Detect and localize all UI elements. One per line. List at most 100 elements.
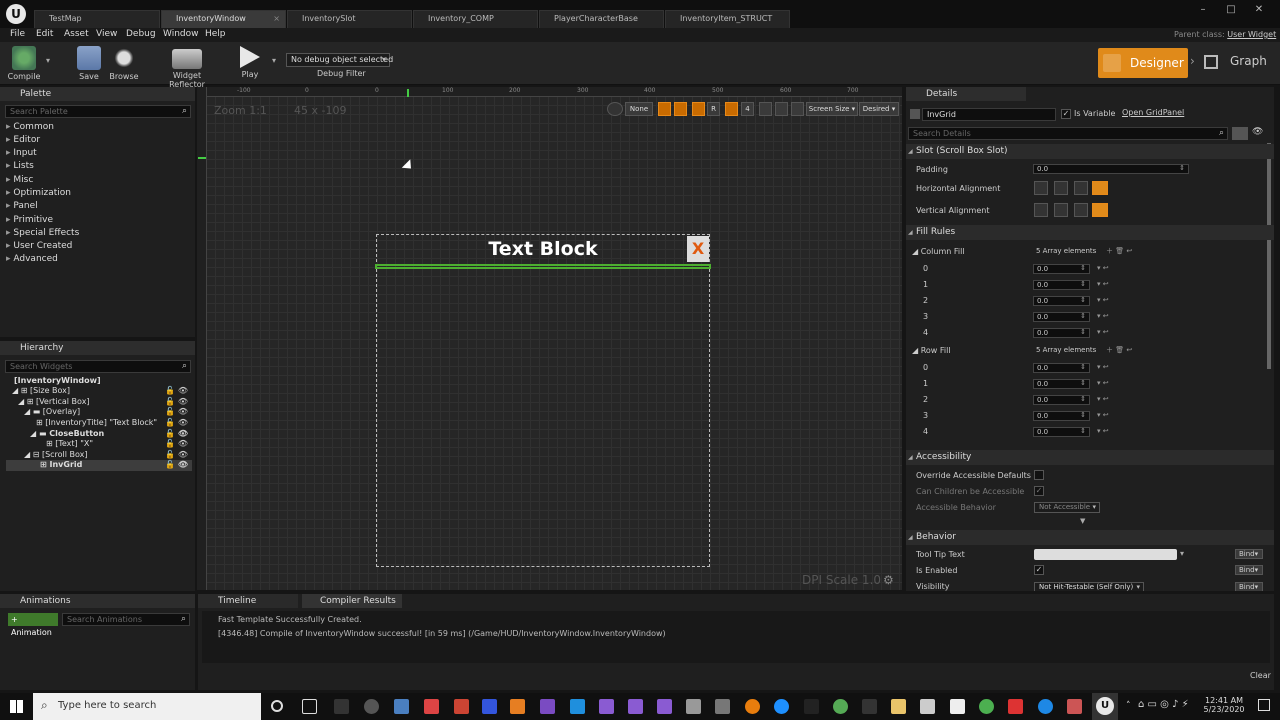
widget-preview-box[interactable] [376, 234, 710, 567]
animations-search-input[interactable]: Search Animations ⌕ [62, 613, 190, 626]
graph-mode-button[interactable]: Graph [1202, 52, 1272, 74]
notifications-icon[interactable] [1258, 699, 1270, 711]
palette-category-misc[interactable]: Misc [6, 175, 33, 185]
camera-icon[interactable] [394, 699, 409, 714]
visibility-bind-button[interactable]: Bind▾ [1235, 582, 1263, 591]
app-icon[interactable] [920, 699, 935, 714]
taskbar-search-box[interactable]: ⌕ Type here to search [33, 693, 261, 720]
localization-none-button[interactable]: None [625, 102, 653, 116]
app-icon[interactable] [482, 699, 497, 714]
hierarchy-row-text-x[interactable]: ⊞ [Text] "X" 🔓 👁 [6, 439, 192, 450]
override-accessible-checkbox[interactable] [1034, 470, 1044, 480]
palette-category-lists[interactable]: Lists [6, 161, 33, 171]
palette-category-advanced[interactable]: Advanced [6, 254, 57, 264]
behavior-header[interactable]: Behavior [906, 530, 1274, 545]
vscode-icon[interactable] [570, 699, 585, 714]
element-options-icon[interactable]: ▾ ↩ [1097, 264, 1109, 272]
app-icon[interactable] [950, 699, 965, 714]
grid-size-button[interactable]: 4 [741, 102, 754, 116]
lock-eye-icon[interactable]: 🔓 👁 [165, 450, 188, 459]
palette-search-input[interactable]: Search Palette ⌕ [5, 105, 191, 118]
browse-button[interactable]: Browse [108, 44, 140, 84]
settings-icon[interactable] [364, 699, 379, 714]
palette-category-special-effects[interactable]: Special Effects [6, 228, 79, 238]
respect-locks-button[interactable]: R [707, 102, 720, 116]
tray-icons[interactable]: ⌂ ▭ ◎ ♪ ⚡ [1138, 699, 1189, 710]
play-button[interactable]: Play [234, 44, 266, 84]
visual-studio-icon[interactable] [657, 699, 672, 714]
chrome-icon[interactable] [979, 699, 994, 714]
compile-button[interactable]: Compile [6, 44, 42, 84]
accessible-behavior-select[interactable]: Not Accessible [1034, 502, 1100, 513]
lock-eye-icon[interactable]: 🔓 👁 [165, 407, 188, 416]
eye-icon[interactable]: 👁 [1252, 127, 1263, 137]
save-button[interactable]: Save [74, 44, 104, 84]
palette-category-user-created[interactable]: User Created [6, 241, 72, 251]
lock-eye-icon[interactable]: 🔓 👁 [165, 418, 188, 427]
menu-view[interactable]: View [96, 29, 117, 39]
element-options-icon[interactable]: ▾ ↩ [1097, 379, 1109, 387]
align-center-icon[interactable] [1054, 181, 1068, 195]
menu-help[interactable]: Help [205, 29, 226, 39]
column-fill-input[interactable]: 0.0 [1033, 296, 1090, 306]
image-icon[interactable] [775, 102, 788, 116]
palette-category-panel[interactable]: Panel [6, 201, 37, 211]
close-icon[interactable]: × [273, 11, 280, 27]
tab-inventoryitem-struct[interactable]: InventoryItem_STRUCT [665, 10, 790, 28]
blender-icon[interactable] [745, 699, 760, 714]
valign-center-icon[interactable] [1054, 203, 1068, 217]
lock-eye-icon[interactable]: 🔓 👁 [165, 429, 188, 438]
tab-inventoryslot[interactable]: InventorySlot [287, 10, 412, 28]
globe-icon[interactable] [607, 102, 623, 116]
menu-window[interactable]: Window [163, 29, 199, 39]
lock-eye-icon[interactable]: 🔓 👁 [165, 397, 188, 406]
is-enabled-checkbox[interactable]: ✓ [1034, 565, 1044, 575]
grid-snap-icon[interactable] [658, 102, 671, 116]
task-view-icon[interactable] [302, 699, 317, 714]
element-options-icon[interactable]: ▾ ↩ [1097, 395, 1109, 403]
align-right-icon[interactable] [1074, 181, 1088, 195]
column-fill-input[interactable]: 0.0 [1033, 328, 1090, 338]
valign-fill-icon[interactable] [1092, 203, 1108, 217]
tab-compiler-results[interactable]: Compiler Results [302, 594, 402, 608]
visibility-select[interactable]: Not Hit-Testable (Self Only) [1034, 582, 1144, 591]
fill-rules-header[interactable]: Fill Rules [906, 225, 1274, 240]
app-icon[interactable] [774, 699, 789, 714]
widget-name-input[interactable]: InvGrid [922, 108, 1056, 121]
menu-debug[interactable]: Debug [126, 29, 156, 39]
tab-testmap[interactable]: TestMap [34, 10, 160, 28]
minimize-button[interactable]: – [1192, 4, 1214, 18]
move-icon[interactable] [759, 102, 772, 116]
lock-eye-icon[interactable]: 🔓 👁 [165, 439, 188, 448]
inventory-title-text[interactable]: Text Block [376, 234, 710, 265]
hierarchy-row-invgrid[interactable]: ⊞ InvGrid 🔓 👁 [6, 460, 192, 471]
tab-inventory-comp[interactable]: Inventory_COMP [413, 10, 538, 28]
menu-edit[interactable]: Edit [36, 29, 53, 39]
hierarchy-search-input[interactable]: Search Widgets ⌕ [5, 360, 191, 373]
edge-icon[interactable] [1038, 699, 1053, 714]
clear-button[interactable]: Clear [1250, 671, 1271, 680]
align-left-icon[interactable] [1034, 181, 1048, 195]
unreal-taskbar-button[interactable]: U [1092, 693, 1118, 720]
gear-icon[interactable]: ⚙ [883, 573, 894, 587]
close-window-button[interactable]: ✕ [1248, 4, 1270, 18]
visual-studio-icon[interactable] [628, 699, 643, 714]
valign-top-icon[interactable] [1034, 203, 1048, 217]
app-icon[interactable] [804, 699, 819, 714]
add-animation-button[interactable]: + Animation [8, 613, 58, 637]
row-fill-input[interactable]: 0.0 [1033, 379, 1090, 389]
align-fill-icon[interactable] [1092, 181, 1108, 195]
visual-studio-icon[interactable] [599, 699, 614, 714]
element-options-icon[interactable]: ▾ ↩ [1097, 427, 1109, 435]
app-icon[interactable] [424, 699, 439, 714]
tray-chevron-icon[interactable]: ˄ [1126, 701, 1131, 711]
designer-canvas[interactable]: -100 0 0 100 200 300 400 500 600 700 Zoo… [197, 87, 902, 590]
property-matrix-icon[interactable] [1232, 127, 1248, 140]
element-options-icon[interactable]: ▾ ↩ [1097, 312, 1109, 320]
palette-category-input[interactable]: Input [6, 148, 36, 158]
app-icon[interactable] [1067, 699, 1082, 714]
row-fill-input[interactable]: 0.0 [1033, 427, 1090, 437]
visual-studio-icon[interactable] [540, 699, 555, 714]
windows-start-icon[interactable] [10, 700, 23, 713]
details-scrollbar[interactable] [1267, 143, 1271, 369]
